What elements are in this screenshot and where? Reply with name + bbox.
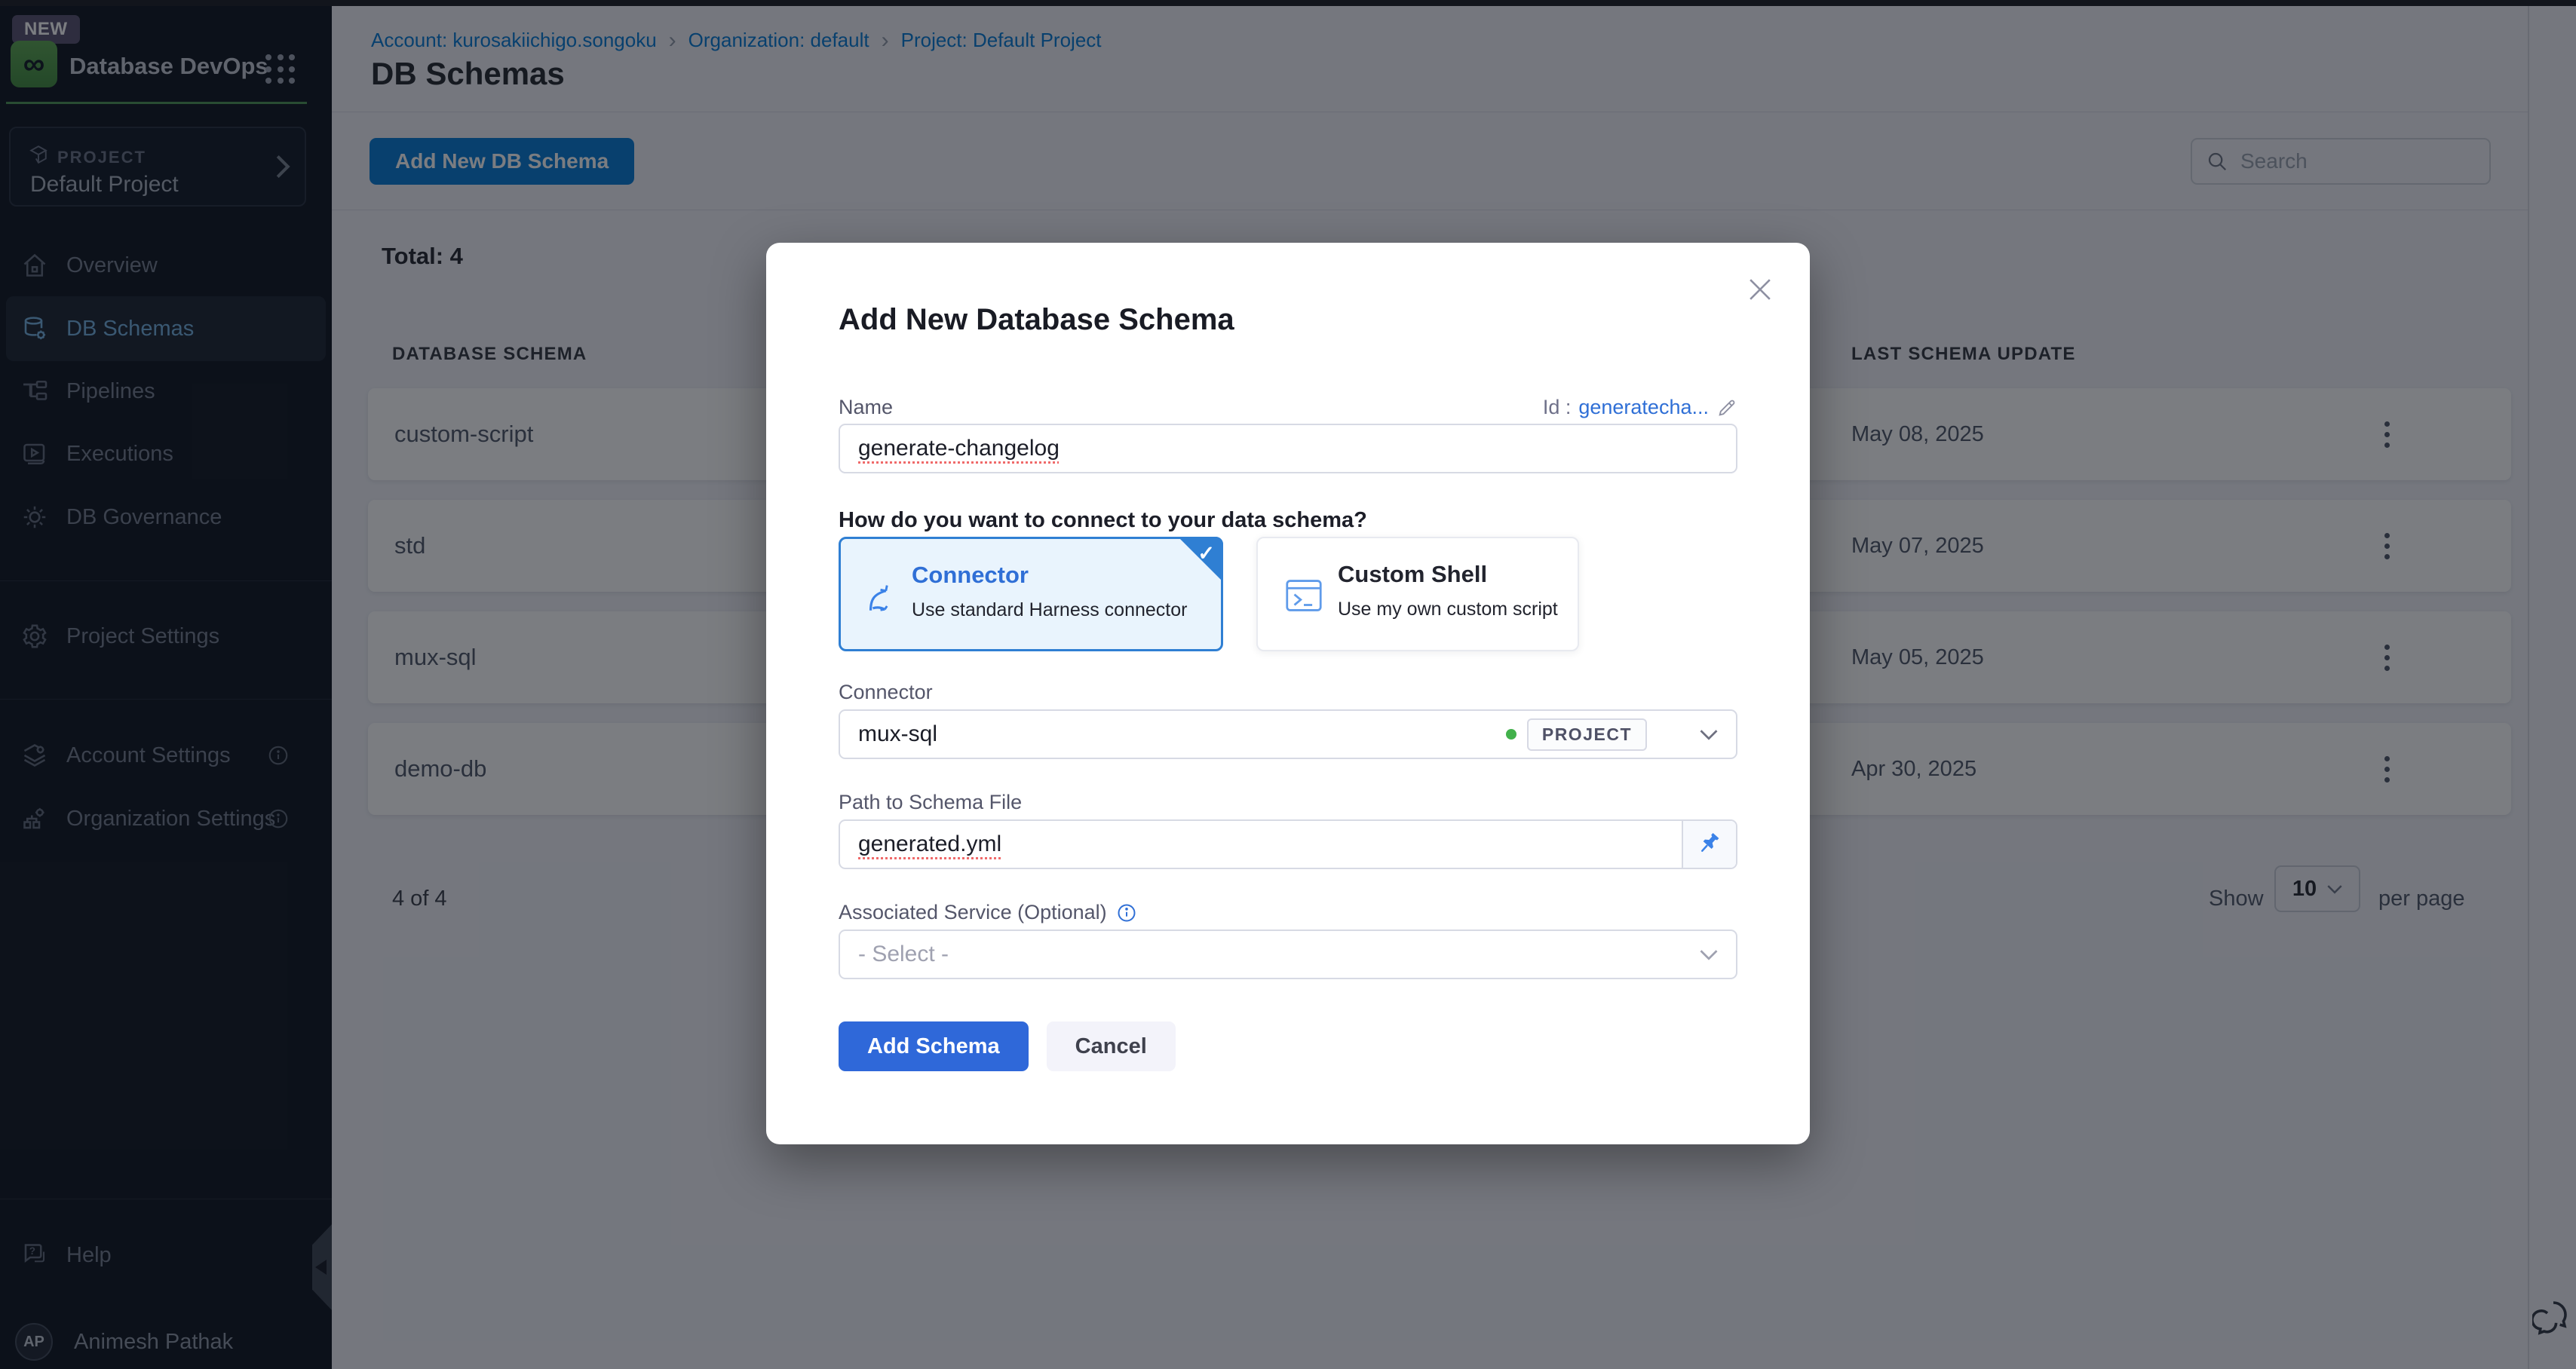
chevron-down-icon	[1700, 729, 1718, 740]
id-prefix: Id :	[1543, 396, 1572, 419]
add-schema-modal: Add New Database Schema Name Id : genera…	[766, 243, 1810, 1144]
app-root: NEW ∞ Database DevOps PROJECT Default Pr…	[0, 0, 2576, 1369]
connect-question: How do you want to connect to your data …	[839, 508, 1367, 533]
close-icon[interactable]	[1743, 273, 1777, 306]
name-label: Name	[839, 396, 893, 419]
cancel-button[interactable]: Cancel	[1047, 1021, 1176, 1071]
associated-service-select[interactable]: - Select -	[839, 930, 1737, 979]
connector-select[interactable]: mux-sql PROJECT	[839, 709, 1737, 759]
info-icon[interactable]	[1116, 902, 1137, 923]
chevron-down-icon	[1700, 949, 1718, 960]
scope-badge: PROJECT	[1527, 718, 1647, 751]
path-label: Path to Schema File	[839, 791, 1737, 814]
pin-icon[interactable]	[1682, 821, 1736, 868]
edit-pencil-icon[interactable]	[1716, 397, 1737, 418]
option-card-connector[interactable]: ✓ Connector Use standard Harness connect…	[839, 537, 1223, 651]
option-card-custom-shell[interactable]: Custom Shell Use my own custom script	[1256, 537, 1579, 651]
modal-title: Add New Database Schema	[839, 303, 1234, 337]
connectivity-status-dot	[1506, 729, 1516, 740]
connector-label: Connector	[839, 681, 1737, 704]
name-input[interactable]: generate-changelog	[839, 424, 1737, 473]
path-input[interactable]: generated.yml	[839, 819, 1737, 869]
name-label-row: Name Id : generatecha...	[839, 396, 1737, 419]
add-schema-button[interactable]: Add Schema	[839, 1021, 1029, 1071]
id-value-link[interactable]: generatecha...	[1578, 396, 1709, 419]
terminal-icon	[1285, 577, 1323, 614]
connector-branch-icon	[862, 577, 901, 616]
service-label-row: Associated Service (Optional)	[839, 901, 1737, 924]
service-label: Associated Service (Optional)	[839, 901, 1107, 924]
check-icon: ✓	[1198, 542, 1215, 565]
